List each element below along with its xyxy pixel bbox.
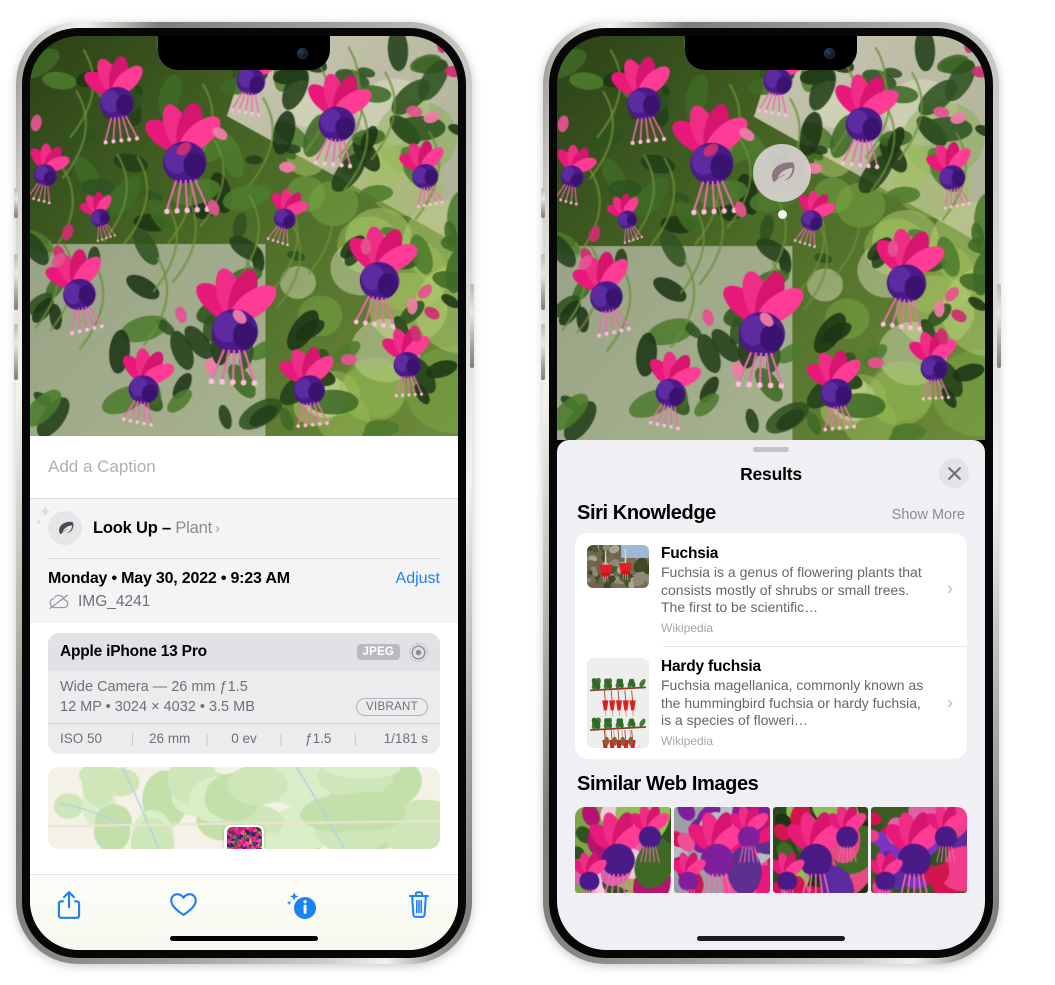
result-source: Wikipedia [661,620,714,635]
visual-lookup-badge[interactable] [753,144,811,202]
chevron-right-icon: › [947,578,953,599]
exif-row: ISO 50 | 26 mm | 0 ev | ƒ1.5 | 1/181 s [48,722,440,754]
format-badge: JPEG [356,644,400,660]
look-up-text: Look Up [93,518,158,537]
section-title: Similar Web Images [577,773,759,795]
siri-knowledge-header: Siri Knowledge Show More [557,496,985,533]
front-camera-icon [824,48,835,59]
list-item[interactable]: Fuchsia Fuchsia is a genus of flowering … [575,533,967,646]
exif-iso: ISO 50 [60,730,103,746]
camera-lens-line: Wide Camera — 26 mm ƒ1.5 [60,678,248,695]
phone-left-bezel: Add a Caption ✦ ✦ Look Up – Plant › Mond… [22,28,466,958]
cloud-slash-icon [49,594,69,609]
results-header: Results [557,452,985,496]
delete-button[interactable] [406,890,432,920]
volume-up-button[interactable] [541,254,545,310]
result-thumbnail [587,658,649,748]
divider [48,558,440,559]
camera-info-card[interactable]: Apple iPhone 13 Pro JPEG Wide Camera — 2… [48,632,440,754]
similar-image-thumb[interactable] [575,807,671,893]
leaf-icon [771,162,795,183]
photographic-style-badge: VIBRANT [356,697,428,716]
share-icon [57,890,81,919]
siri-knowledge-card: Fuchsia Fuchsia is a genus of flowering … [575,533,967,759]
look-up-dash: – [157,518,176,537]
similar-image-thumb[interactable] [673,807,770,893]
similar-images-grid [557,807,985,893]
leaf-icon: ✦ ✦ [35,505,82,545]
location-map[interactable] [48,766,440,849]
sparkle-small-icon: ✦ [35,517,43,527]
exif-ev: 0 ev [231,730,257,746]
phone-left: Add a Caption ✦ ✦ Look Up – Plant › Mond… [14,22,474,964]
similar-image-thumb[interactable] [871,807,967,893]
caption-field[interactable]: Add a Caption [30,436,458,499]
front-camera-icon [297,48,308,59]
heart-icon [170,893,197,916]
result-source: Wikipedia [661,733,714,748]
notch [685,36,857,70]
visual-lookup-anchor-dot [778,210,787,219]
adjust-button[interactable]: Adjust [396,570,440,588]
exif-shutter: 1/181 s [383,730,428,746]
close-icon [947,466,961,480]
result-title: Hardy fuchsia [661,658,761,675]
chevron-right-icon: › [947,692,953,712]
info-sparkle-icon [286,891,316,919]
photo-date: Monday • May 30, 2022 • 9:23 AM [48,569,290,587]
similar-image-thumb[interactable] [772,807,869,893]
look-up-subject: Plant [175,518,212,537]
map-photo-pin[interactable] [224,824,264,849]
power-button[interactable] [997,284,1001,368]
notch [158,36,330,70]
show-more-button[interactable]: Show More [892,507,965,523]
photo-viewer[interactable] [30,36,458,436]
camera-device-name: Apple iPhone 13 Pro [60,643,207,660]
volume-down-button[interactable] [14,324,18,380]
result-thumbnail [587,545,649,588]
result-title: Fuchsia [661,545,719,562]
power-button[interactable] [470,284,474,368]
look-up-row[interactable]: ✦ ✦ Look Up – Plant › [35,505,440,545]
look-up-label: Look Up – Plant › [93,519,220,538]
result-description: Fuchsia is a genus of flowering plants t… [661,564,922,615]
camera-specs-line: 12 MP • 3024 × 4032 • 3.5 MB [60,698,255,715]
phone-right-bezel: Results Siri Knowledge Show More Fuchsia… [549,28,993,958]
photo-info-sheet: Add a Caption ✦ ✦ Look Up – Plant › Mond… [30,436,458,950]
list-item[interactable]: Hardy fuchsia Fuchsia magellanica, commo… [575,646,967,759]
favorite-button[interactable] [169,891,198,918]
look-up-section: ✦ ✦ Look Up – Plant › [30,499,458,558]
aperture-icon [409,642,428,662]
trash-icon [408,890,430,918]
result-description: Fuchsia magellanica, commonly known as t… [661,677,924,728]
home-indicator[interactable] [170,936,318,941]
silent-switch[interactable] [541,188,545,218]
exif-focal: 26 mm [149,730,191,746]
share-button[interactable] [56,890,82,920]
silent-switch[interactable] [14,188,18,218]
photo-viewer[interactable] [557,36,985,440]
similar-web-images-header: Similar Web Images [557,759,985,800]
phone-right-screen: Results Siri Knowledge Show More Fuchsia… [557,36,985,950]
phone-right: Results Siri Knowledge Show More Fuchsia… [541,22,1001,964]
home-indicator[interactable] [697,936,845,941]
info-button[interactable] [285,889,319,921]
results-sheet: Results Siri Knowledge Show More Fuchsia… [557,440,985,950]
results-title: Results [740,463,802,484]
photo-metadata: Monday • May 30, 2022 • 9:23 AM Adjust I… [30,558,458,623]
caption-placeholder: Add a Caption [48,457,156,476]
chevron-right-icon: › [214,519,220,537]
volume-down-button[interactable] [541,324,545,380]
exif-aperture: ƒ1.5 [305,730,332,746]
close-button[interactable] [939,458,969,488]
volume-up-button[interactable] [14,254,18,310]
phone-left-screen: Add a Caption ✦ ✦ Look Up – Plant › Mond… [30,36,458,950]
section-title: Siri Knowledge [577,502,716,524]
photo-filename: IMG_4241 [78,592,151,610]
